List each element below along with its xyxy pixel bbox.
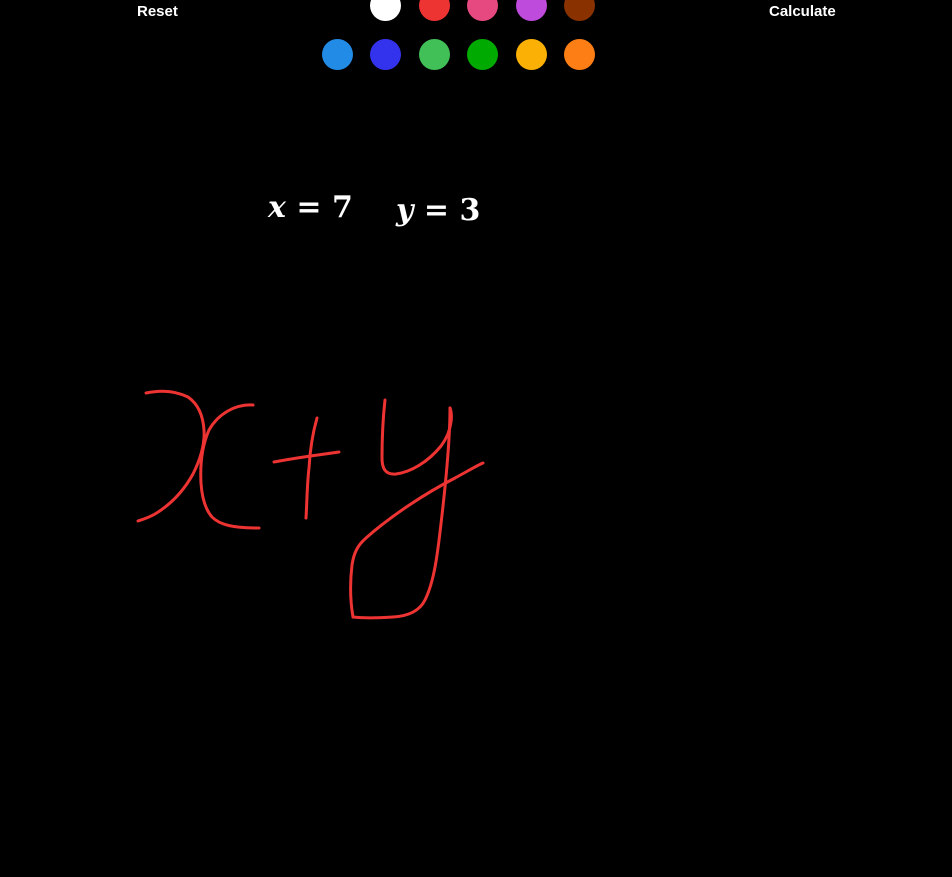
- ink-stroke-7: [349, 461, 485, 619]
- drawing-canvas[interactable]: [0, 0, 952, 877]
- handwritten-strokes: [136, 389, 485, 620]
- ink-stroke-1: [136, 389, 206, 523]
- calculator-app: Reset Calculate x = 7 y = 3: [0, 0, 952, 877]
- ink-stroke-5: [380, 398, 453, 476]
- ink-stroke-4: [304, 416, 319, 520]
- ink-stroke-2: [199, 403, 261, 530]
- ink-stroke-6: [351, 406, 452, 620]
- ink-stroke-3: [272, 450, 341, 464]
